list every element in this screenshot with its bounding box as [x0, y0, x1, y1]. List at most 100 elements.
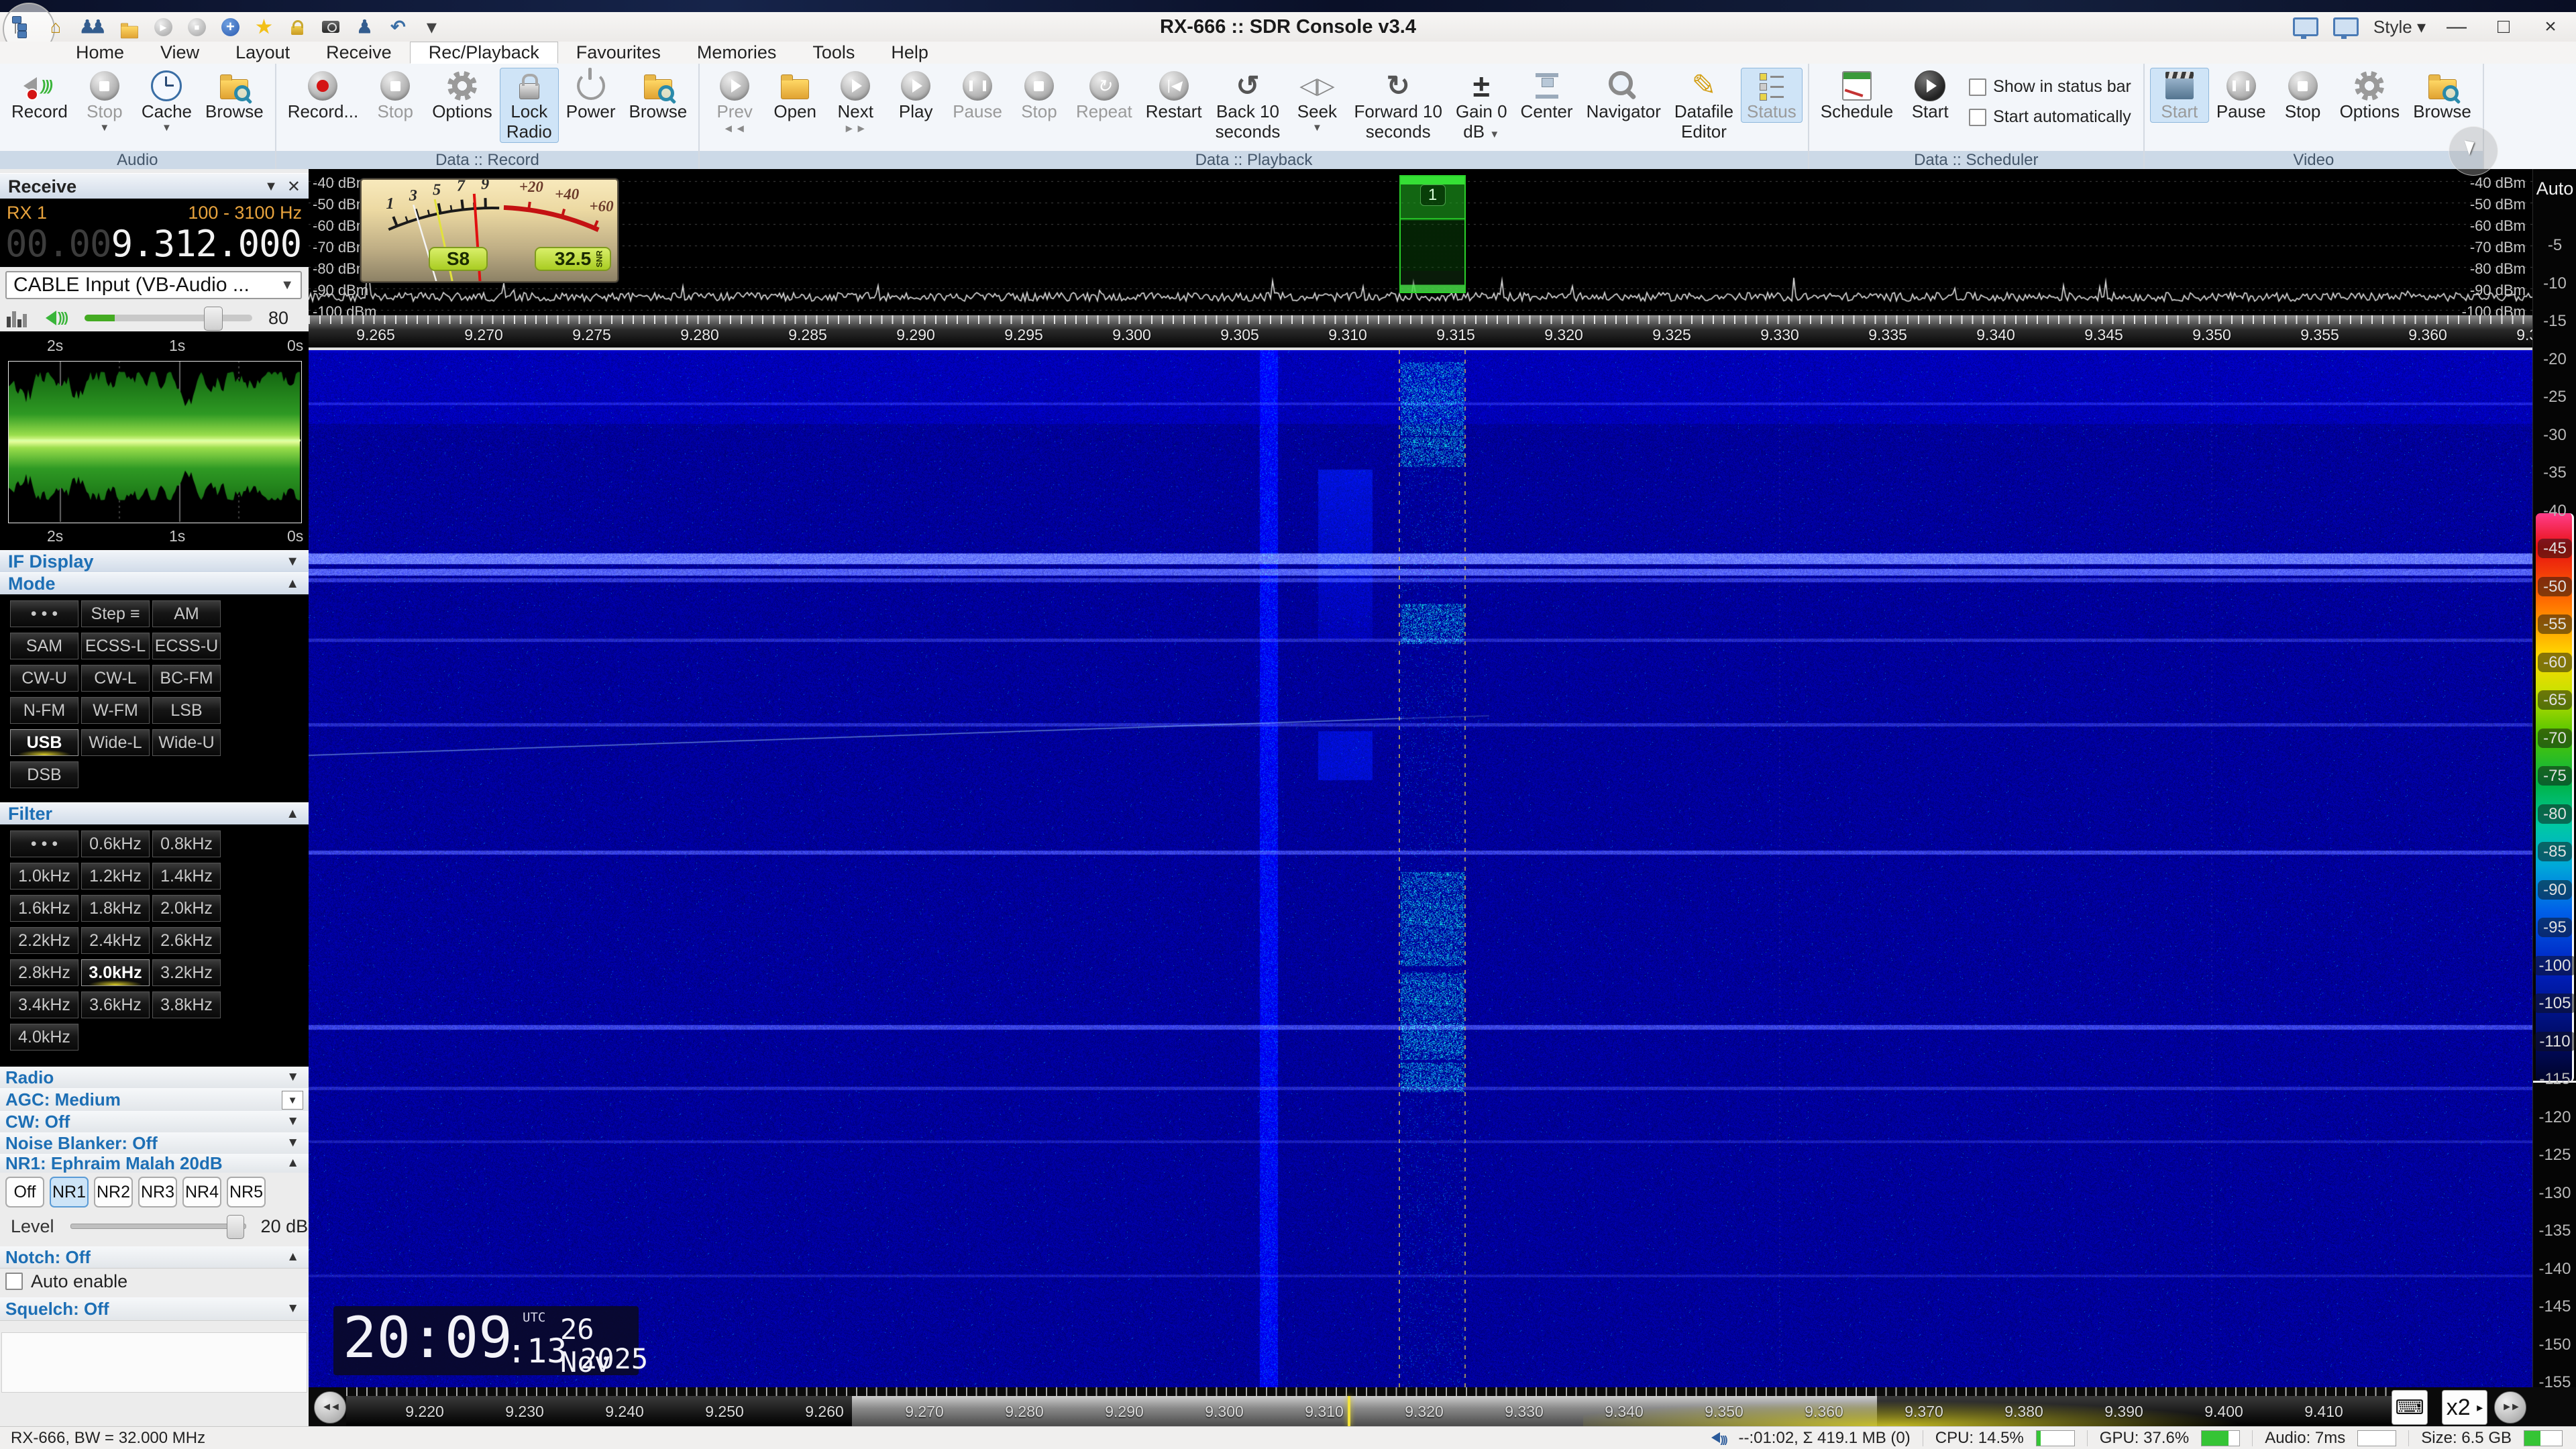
volume-slider-thumb[interactable] — [203, 307, 223, 331]
mode-wide-u[interactable]: Wide-U — [152, 729, 221, 756]
menu-layout[interactable]: Layout — [217, 42, 308, 64]
lock-radio-button[interactable]: Lock Radio — [499, 68, 559, 143]
seek-button[interactable]: ◁▷ Seek ▼ — [1287, 68, 1346, 134]
filter-3.6khz[interactable]: 3.6kHz — [81, 991, 150, 1018]
filter-3.0khz[interactable]: 3.0kHz — [81, 959, 150, 986]
audio-device-select[interactable]: CABLE Input (VB-Audio ... ▼ — [5, 271, 302, 299]
waterfall-intensity-scale[interactable]: Auto -5 -10 -15 -20 -25 -30 -35 -40 -45 -50 -55 -60… — [2532, 169, 2576, 1391]
restart-button[interactable]: |◀ Restart — [1140, 68, 1208, 123]
gain-0-db-button[interactable]: ± Gain 0 dB ▼ — [1450, 68, 1513, 143]
power-button[interactable]: Power — [560, 68, 622, 123]
play-icon[interactable]: ▶ — [153, 16, 173, 38]
display-2-icon[interactable] — [2332, 17, 2359, 39]
camera-icon[interactable] — [321, 16, 341, 38]
section-noise-blanker[interactable]: Noise Blanker: Off ▼ — [0, 1132, 309, 1155]
mode-cw-u[interactable]: CW-U — [10, 665, 78, 692]
start-button[interactable]: Start — [2149, 68, 2209, 123]
nr-button-off[interactable]: Off — [5, 1177, 44, 1208]
mode-am[interactable]: AM — [152, 600, 221, 627]
nr-button-nr5[interactable]: NR5 — [227, 1177, 266, 1208]
nav-forward-button[interactable]: ►► — [2494, 1391, 2526, 1424]
mode-bc-fm[interactable]: BC-FM — [152, 665, 221, 692]
zoom-control[interactable]: x2 ▸ — [2442, 1390, 2487, 1425]
toolbar-more-icon[interactable]: ▾ — [421, 16, 441, 38]
navigator-button[interactable]: Navigator — [1580, 68, 1667, 123]
contact-icon[interactable]: ♟ — [354, 16, 374, 38]
section-cw[interactable]: CW: Off ▼ — [0, 1111, 309, 1133]
minimize-button[interactable]: — — [2440, 15, 2473, 38]
chevron-down-icon[interactable]: ▼ — [286, 554, 309, 570]
filter-3.2khz[interactable]: 3.2kHz — [152, 959, 221, 986]
nr-button-nr4[interactable]: NR4 — [182, 1177, 221, 1208]
filter-1.8khz[interactable]: 1.8kHz — [81, 895, 150, 922]
filter-0.6khz[interactable]: 0.6kHz — [81, 830, 150, 857]
nr-button-nr3[interactable]: NR3 — [138, 1177, 177, 1208]
mode-step-[interactable]: Step ≡ — [81, 600, 150, 627]
nr-button-nr2[interactable]: NR2 — [94, 1177, 133, 1208]
undo-icon[interactable]: ↶ — [388, 16, 408, 38]
section-squelch[interactable]: Squelch: Off ▼ — [0, 1297, 309, 1321]
mode-w-fm[interactable]: W-FM — [81, 697, 150, 724]
chevron-up-icon[interactable]: ▲ — [286, 1250, 309, 1265]
lock-icon[interactable] — [287, 16, 307, 38]
frequency-readout[interactable]: 00.009.312.000 — [5, 223, 302, 265]
menu-favourites[interactable]: Favourites — [558, 42, 679, 64]
scheduler-selection-band[interactable]: 1 — [1399, 175, 1466, 293]
section-mode[interactable]: Mode ▲ — [0, 572, 309, 596]
chevron-up-icon[interactable]: ▲ — [286, 1156, 309, 1171]
mode-ecss-l[interactable]: ECSS-L — [81, 633, 150, 659]
next-button[interactable]: Next ►► — [826, 68, 885, 136]
filter-3.8khz[interactable]: 3.8kHz — [152, 991, 221, 1018]
menu-tools[interactable]: Tools — [794, 42, 873, 64]
browse-button[interactable]: Browse — [2407, 68, 2477, 123]
browse-button[interactable]: Browse — [199, 68, 270, 123]
menu-memories[interactable]: Memories — [679, 42, 795, 64]
section-radio[interactable]: Radio ▼ — [0, 1067, 309, 1089]
chevron-down-icon[interactable]: ▼ — [286, 1114, 309, 1129]
repeat-button[interactable]: ↻ Repeat — [1070, 68, 1138, 123]
menu-home[interactable]: Home — [58, 42, 142, 64]
filter-1.4khz[interactable]: 1.4kHz — [152, 863, 221, 890]
panel-close-icon[interactable]: ✕ — [287, 177, 309, 197]
spectrum-display[interactable]: -40 dBm -50 dBm -60 dBm -70 dBm -80 dBm -90 d… — [309, 169, 2532, 315]
pause-button[interactable]: Pause — [2210, 68, 2272, 123]
center-button[interactable]: Center — [1515, 68, 1579, 123]
band-navigation-bar[interactable]: ◄◄ 9.220 9.230 9.240 9.250 9.260 9.270 9.280 9.… — [309, 1387, 2576, 1426]
cache-button[interactable]: Cache ▼ — [136, 68, 198, 134]
checkbox-start-automatically[interactable]: Start automatically — [1969, 107, 2131, 127]
receive-panel-header[interactable]: Receive ▼ ✕ — [0, 173, 309, 200]
section-nr1[interactable]: NR1: Ephraim Malah 20dB ▲ — [0, 1153, 309, 1173]
chevron-down-icon[interactable]: ▼ — [286, 1301, 309, 1316]
filter-2.4khz[interactable]: 2.4kHz — [81, 927, 150, 954]
section-filter[interactable]: Filter ▲ — [0, 802, 309, 826]
record-button[interactable]: ))) Record — [5, 68, 74, 123]
browse-button[interactable]: Browse — [623, 68, 694, 123]
auto-enable-checkbox[interactable] — [5, 1273, 23, 1290]
start-button[interactable]: Start — [1900, 68, 1960, 123]
stop-button[interactable]: Stop ▼ — [75, 68, 134, 134]
menu-rec-playback[interactable]: Rec/Playback — [409, 42, 558, 64]
schedule-button[interactable]: Schedule — [1815, 68, 1899, 123]
users-icon[interactable]: ♟♟ — [79, 16, 107, 38]
close-button[interactable]: × — [2534, 15, 2567, 38]
menu-receive[interactable]: Receive — [308, 42, 410, 64]
filter-2.2khz[interactable]: 2.2kHz — [10, 927, 78, 954]
filter-2.0khz[interactable]: 2.0kHz — [152, 895, 221, 922]
frequency-display[interactable]: RX 1 100 - 3100 Hz 00.009.312.000 — [0, 199, 309, 267]
speaker-icon[interactable] — [46, 311, 56, 325]
filter-4.0khz[interactable]: 4.0kHz — [10, 1024, 78, 1051]
menu-view[interactable]: View — [142, 42, 217, 64]
status-button[interactable]: Status — [1741, 68, 1803, 123]
menu-help[interactable]: Help — [873, 42, 947, 64]
chevron-down-icon[interactable]: ▼ — [286, 1070, 309, 1085]
forward-10-seconds-button[interactable]: ↻ Forward 10 seconds — [1348, 68, 1448, 143]
title-bar[interactable]: ⌂ ♟♟ ▶ ■ + ★ ♟ ↶ ▾ RX-666 :: SDR Console v3.4 St… — [0, 3, 2576, 55]
mode--[interactable]: • • • — [10, 600, 78, 627]
nav-back-button[interactable]: ◄◄ — [314, 1391, 346, 1424]
home-icon[interactable]: ⌂ — [46, 16, 66, 38]
filter-3.4khz[interactable]: 3.4kHz — [10, 991, 78, 1018]
play-button[interactable]: Play — [886, 68, 945, 123]
mode-cw-l[interactable]: CW-L — [81, 665, 150, 692]
volume-slider[interactable] — [84, 307, 252, 331]
back-10-seconds-button[interactable]: ↺ Back 10 seconds — [1210, 68, 1287, 143]
